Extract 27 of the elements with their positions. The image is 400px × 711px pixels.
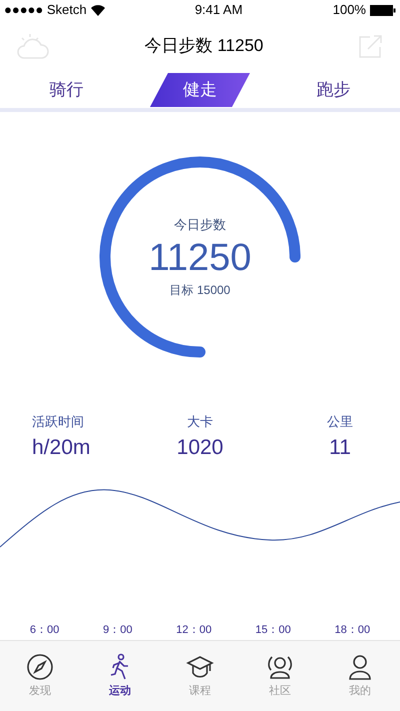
time-label: 6：00 — [30, 623, 60, 638]
wifi-icon — [90, 4, 105, 16]
carrier-label: ●●●●● Sketch — [4, 1, 87, 20]
stat-label: 活跃时间 — [32, 413, 84, 431]
compass-icon — [26, 652, 54, 681]
stat-label: 公里 — [327, 413, 353, 431]
goal-label: 目标 15000 — [170, 282, 230, 299]
tab[interactable]: 跑步 — [283, 73, 384, 107]
stat-value: 1020 — [176, 434, 224, 460]
stat-value: h/20m — [32, 434, 90, 460]
battery-icon — [370, 4, 396, 16]
time-label: 15：00 — [255, 623, 291, 638]
time-label: 9：00 — [103, 623, 132, 638]
tab-bar-item[interactable]: 运动 — [80, 641, 160, 711]
step-count: 11250 — [148, 236, 252, 281]
person-icon — [346, 652, 374, 681]
time-label: 18：00 — [334, 623, 370, 638]
clock-label: 9:41 AM — [194, 1, 243, 20]
tab[interactable]: 健走 — [150, 73, 250, 107]
ring-label: 今日步数 — [174, 216, 226, 234]
battery-label: 100% — [332, 1, 366, 20]
header-title: 今日步数 11250 — [144, 35, 264, 58]
tab[interactable]: 骑行 — [16, 73, 117, 107]
time-label: 12：00 — [176, 623, 212, 638]
stat-value: 11 — [329, 434, 351, 460]
stat-label: 大卡 — [187, 413, 213, 431]
share-icon[interactable] — [358, 33, 384, 59]
